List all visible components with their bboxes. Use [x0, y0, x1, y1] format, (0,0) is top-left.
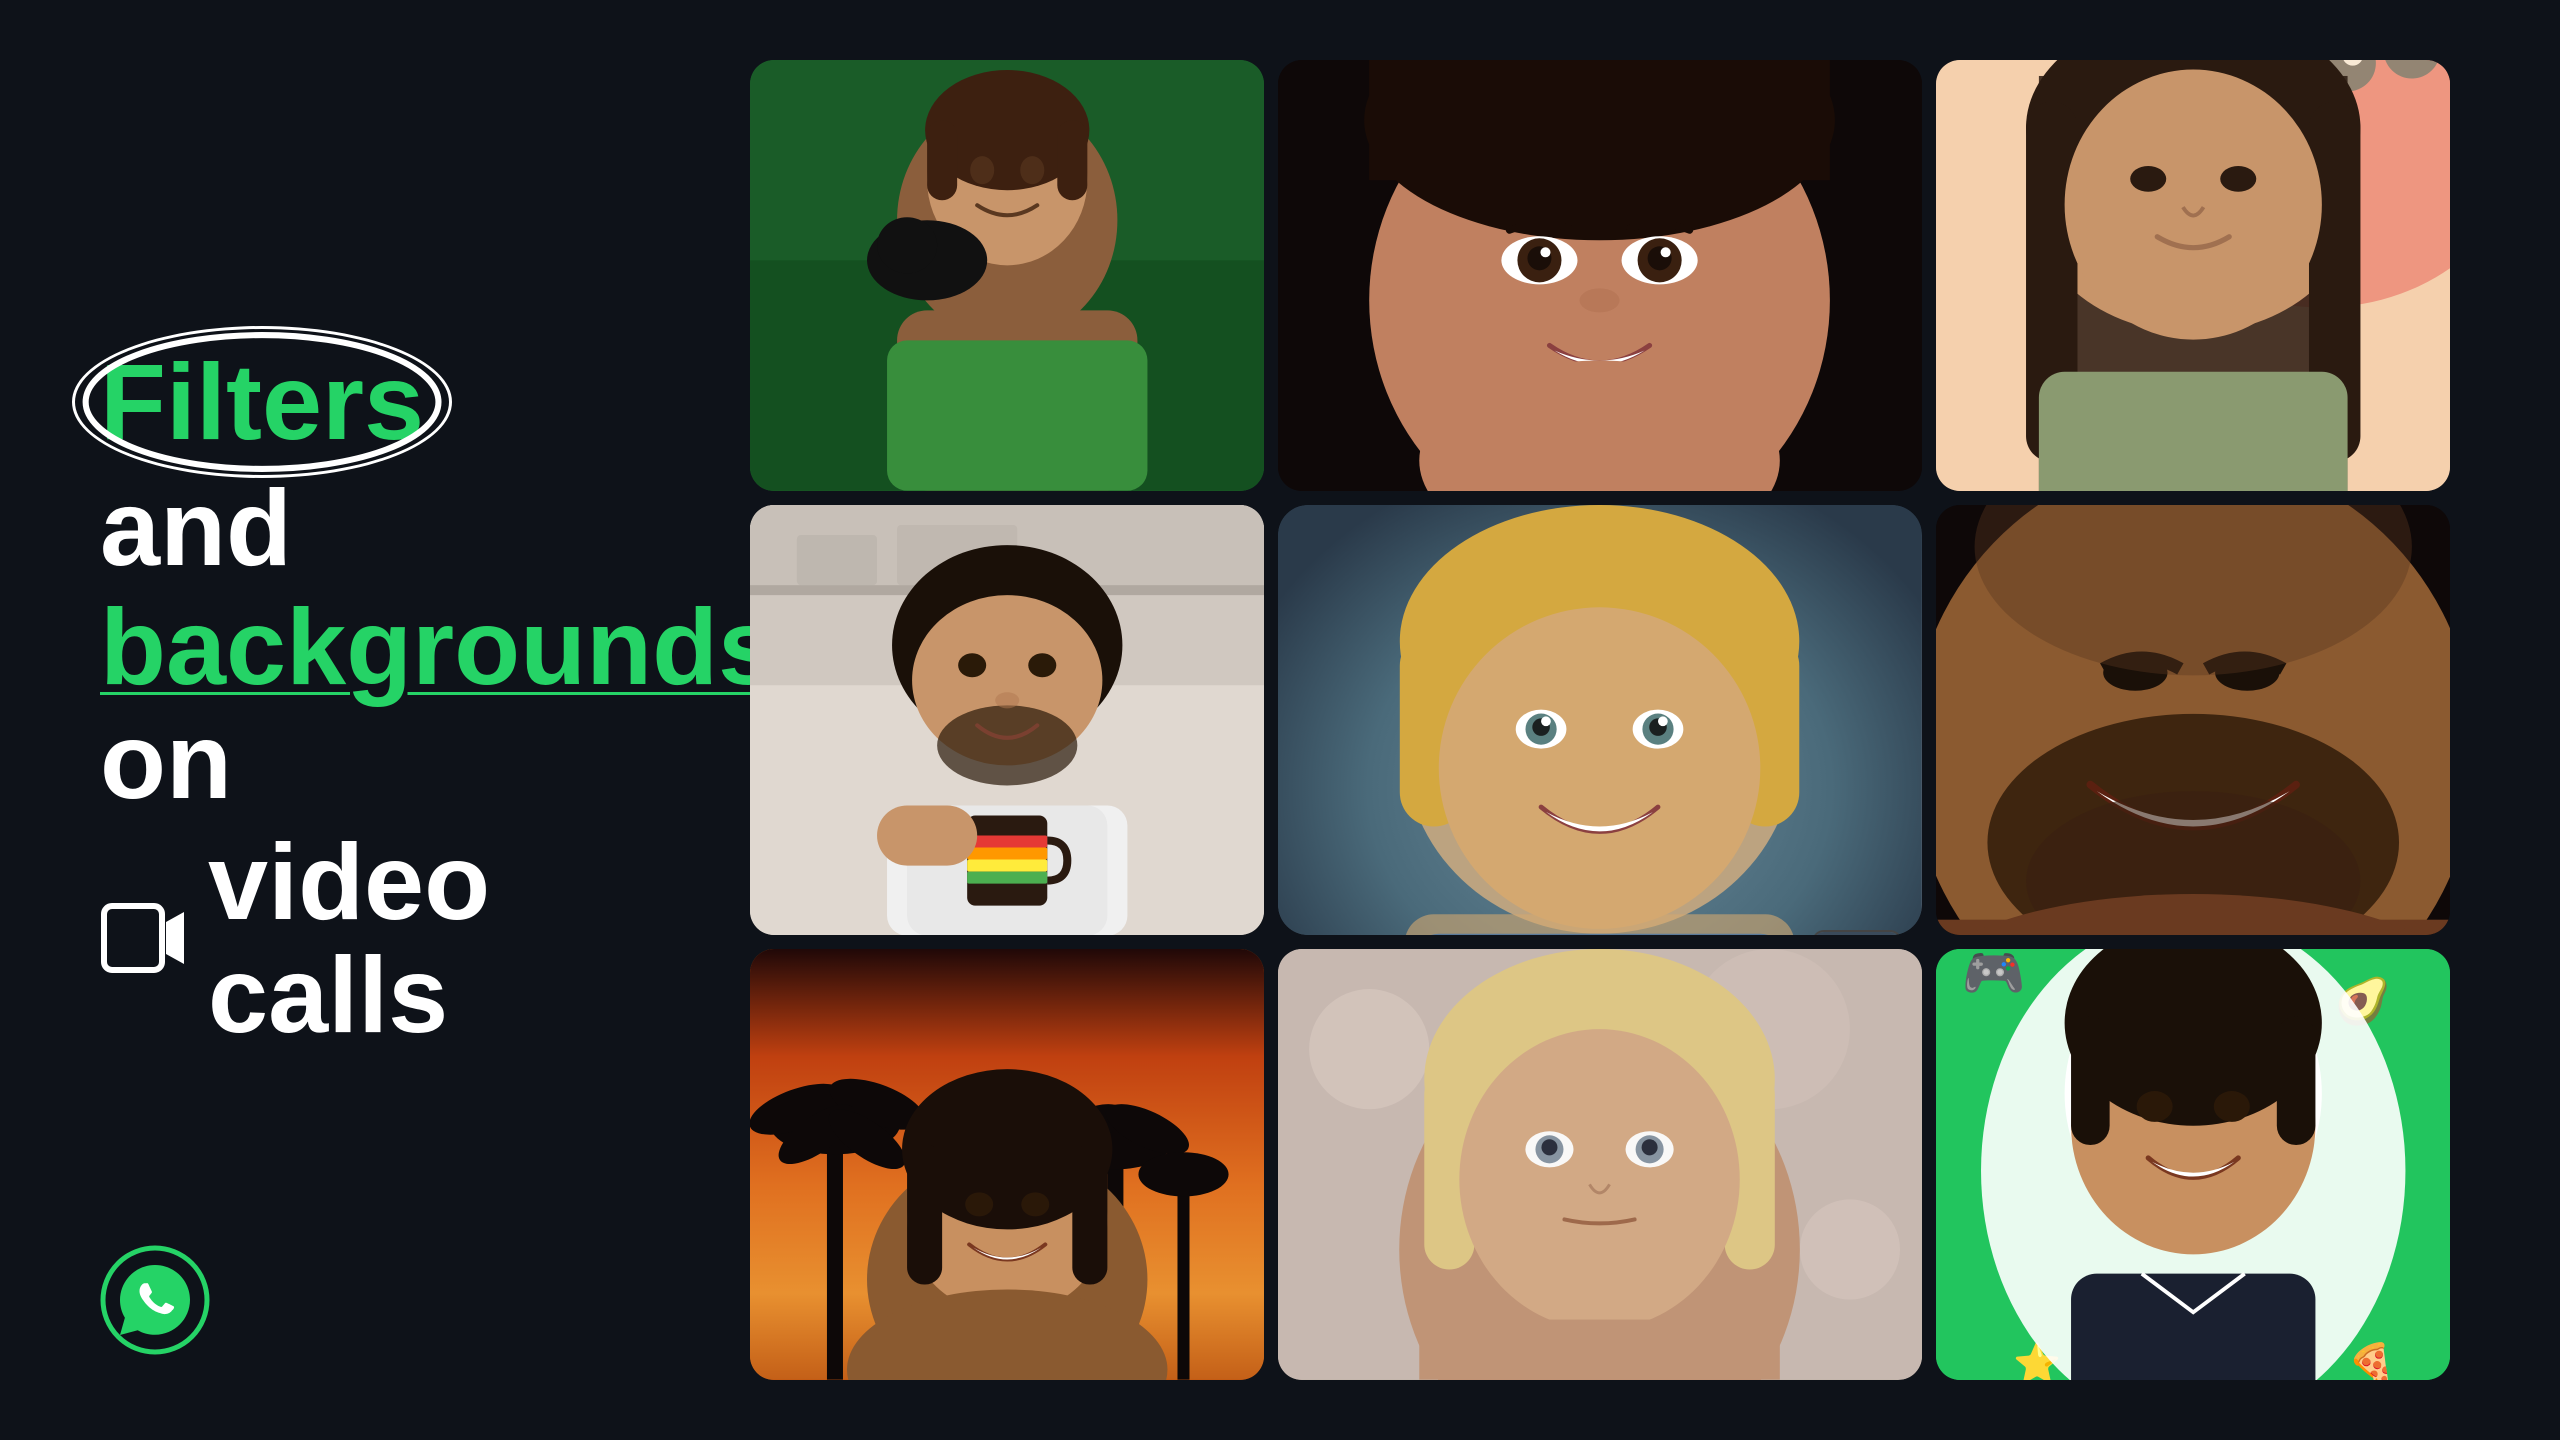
- phone-ui: Fisheye Aa FILTERS BACKGR 📷: [1278, 505, 1921, 936]
- whatsapp-logo: [100, 1245, 210, 1360]
- filters-word: Filters: [100, 348, 424, 456]
- svg-text:🍕: 🍕: [2347, 1342, 2395, 1380]
- phone-pip: [1812, 930, 1902, 936]
- headline-on-text: on: [100, 700, 232, 821]
- grid-cell-1: [750, 60, 1264, 491]
- video-grid: Fisheye Aa FILTERS BACKGR 📷: [750, 60, 2450, 1380]
- grid-cell-6: [1936, 505, 2450, 936]
- left-panel: Filters and backgrounds on video calls: [0, 0, 660, 1440]
- phone-main-video: Fisheye: [1278, 505, 1921, 936]
- headline: Filters and backgrounds on video calls: [100, 348, 580, 1052]
- headline-line1: Filters and: [100, 348, 580, 582]
- headline-line3: video calls: [100, 825, 580, 1052]
- grid-cell-8: [1278, 949, 1921, 1380]
- svg-text:🎮: 🎮: [1961, 949, 2025, 1002]
- grid-cell-4: [750, 505, 1264, 936]
- video-calls-text: video calls: [208, 825, 580, 1052]
- grid-cell-7: [750, 949, 1264, 1380]
- grid-cell-phone: Fisheye Aa FILTERS BACKGR 📷: [1278, 505, 1921, 936]
- backgrounds-word: backgrounds: [100, 586, 778, 707]
- headline-and: and: [100, 474, 292, 582]
- grid-cell-9: 🎮 🥑 ⭐ 🍕: [1936, 949, 2450, 1380]
- grid-cell-2: [1278, 60, 1921, 491]
- headline-line2: backgrounds on: [100, 590, 580, 817]
- right-panel: Fisheye Aa FILTERS BACKGR 📷: [660, 0, 2560, 1440]
- grid-cell-3: [1936, 60, 2450, 491]
- video-call-icon: [100, 902, 188, 974]
